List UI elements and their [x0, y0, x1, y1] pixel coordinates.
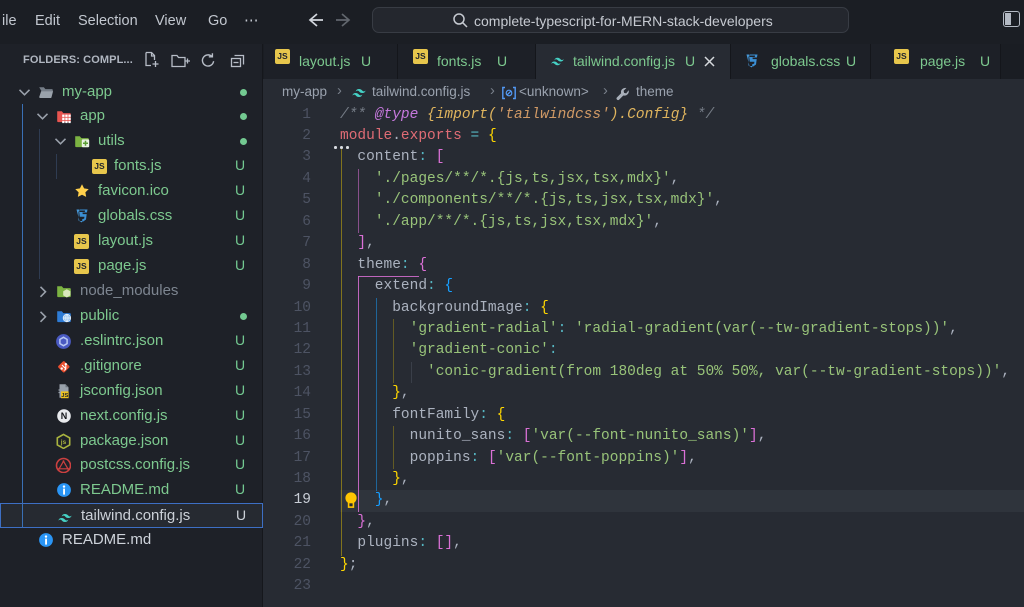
- svg-text:N: N: [61, 411, 68, 421]
- svg-text:JS: JS: [61, 392, 68, 398]
- svg-text:js: js: [60, 439, 67, 446]
